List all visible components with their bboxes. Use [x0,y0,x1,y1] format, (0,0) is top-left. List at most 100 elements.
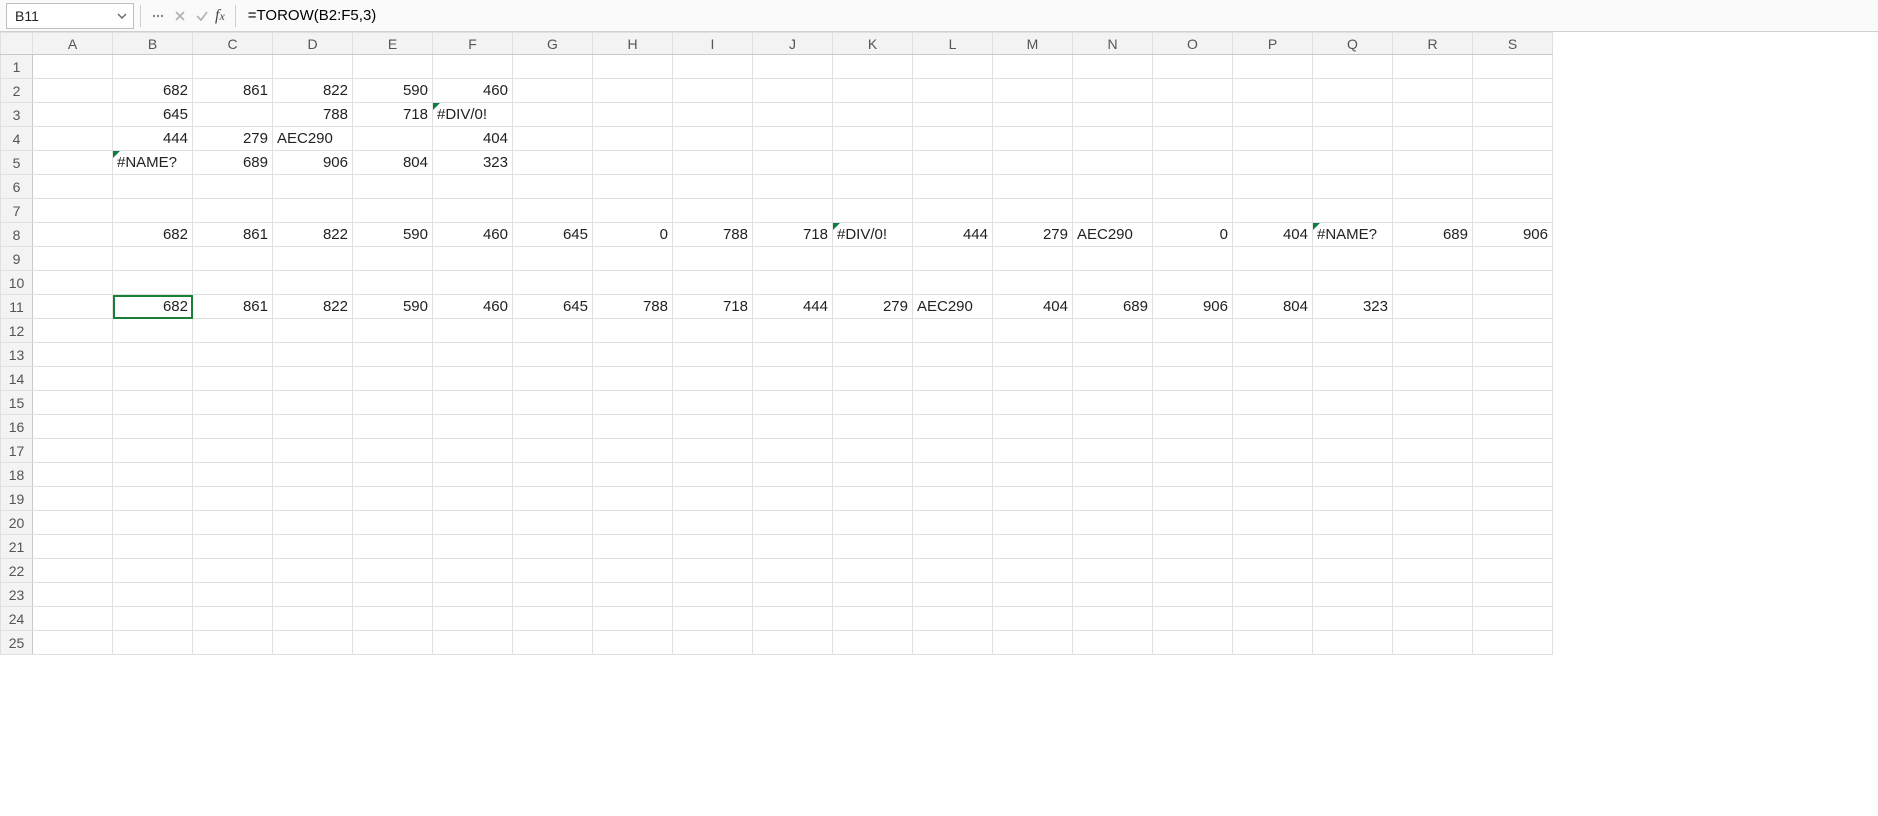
cell-S22[interactable] [1473,559,1553,583]
cell-H2[interactable] [593,79,673,103]
cell-G20[interactable] [513,511,593,535]
column-header-G[interactable]: G [513,33,593,55]
cell-O6[interactable] [1153,175,1233,199]
column-header-K[interactable]: K [833,33,913,55]
cell-G1[interactable] [513,55,593,79]
row-header-19[interactable]: 19 [1,487,33,511]
cell-E15[interactable] [353,391,433,415]
cell-A18[interactable] [33,463,113,487]
column-header-S[interactable]: S [1473,33,1553,55]
cell-D20[interactable] [273,511,353,535]
cell-I22[interactable] [673,559,753,583]
cell-N1[interactable] [1073,55,1153,79]
cell-D2[interactable]: 822 [273,79,353,103]
cell-O5[interactable] [1153,151,1233,175]
cell-K18[interactable] [833,463,913,487]
cell-G15[interactable] [513,391,593,415]
cell-P16[interactable] [1233,415,1313,439]
cell-S7[interactable] [1473,199,1553,223]
cell-C9[interactable] [193,247,273,271]
cell-L5[interactable] [913,151,993,175]
cell-R22[interactable] [1393,559,1473,583]
cell-K6[interactable] [833,175,913,199]
cell-G4[interactable] [513,127,593,151]
cell-D10[interactable] [273,271,353,295]
cell-M2[interactable] [993,79,1073,103]
column-header-P[interactable]: P [1233,33,1313,55]
cell-I8[interactable]: 788 [673,223,753,247]
cell-G9[interactable] [513,247,593,271]
cell-O9[interactable] [1153,247,1233,271]
cell-G6[interactable] [513,175,593,199]
cell-E8[interactable]: 590 [353,223,433,247]
cell-E14[interactable] [353,367,433,391]
row-header-25[interactable]: 25 [1,631,33,655]
column-header-D[interactable]: D [273,33,353,55]
cell-S24[interactable] [1473,607,1553,631]
cell-G13[interactable] [513,343,593,367]
cell-R4[interactable] [1393,127,1473,151]
cell-G11[interactable]: 645 [513,295,593,319]
row-header-23[interactable]: 23 [1,583,33,607]
cell-I18[interactable] [673,463,753,487]
cell-S21[interactable] [1473,535,1553,559]
cell-E22[interactable] [353,559,433,583]
cell-E18[interactable] [353,463,433,487]
cell-E17[interactable] [353,439,433,463]
cell-C22[interactable] [193,559,273,583]
spreadsheet-grid[interactable]: ABCDEFGHIJKLMNOPQRS 12682861822590460364… [0,32,1878,816]
cell-S19[interactable] [1473,487,1553,511]
cell-F18[interactable] [433,463,513,487]
cell-K19[interactable] [833,487,913,511]
cell-H6[interactable] [593,175,673,199]
cell-Q13[interactable] [1313,343,1393,367]
cell-M14[interactable] [993,367,1073,391]
cell-N17[interactable] [1073,439,1153,463]
cell-E20[interactable] [353,511,433,535]
cell-A9[interactable] [33,247,113,271]
cell-A4[interactable] [33,127,113,151]
cell-A20[interactable] [33,511,113,535]
cell-A14[interactable] [33,367,113,391]
cell-O1[interactable] [1153,55,1233,79]
row-header-2[interactable]: 2 [1,79,33,103]
cell-S2[interactable] [1473,79,1553,103]
cell-H1[interactable] [593,55,673,79]
cell-C8[interactable]: 861 [193,223,273,247]
cell-D22[interactable] [273,559,353,583]
cell-K7[interactable] [833,199,913,223]
row-header-18[interactable]: 18 [1,463,33,487]
column-header-C[interactable]: C [193,33,273,55]
cell-L8[interactable]: 444 [913,223,993,247]
cell-G10[interactable] [513,271,593,295]
cell-C14[interactable] [193,367,273,391]
cell-M12[interactable] [993,319,1073,343]
cell-G12[interactable] [513,319,593,343]
cell-C17[interactable] [193,439,273,463]
cell-O24[interactable] [1153,607,1233,631]
cell-M7[interactable] [993,199,1073,223]
cell-J25[interactable] [753,631,833,655]
cell-R8[interactable]: 689 [1393,223,1473,247]
cell-B2[interactable]: 682 [113,79,193,103]
cell-M4[interactable] [993,127,1073,151]
cell-H9[interactable] [593,247,673,271]
cell-L17[interactable] [913,439,993,463]
cell-M13[interactable] [993,343,1073,367]
cell-H5[interactable] [593,151,673,175]
cell-A21[interactable] [33,535,113,559]
cell-J18[interactable] [753,463,833,487]
row-header-21[interactable]: 21 [1,535,33,559]
row-header-14[interactable]: 14 [1,367,33,391]
cell-I15[interactable] [673,391,753,415]
more-icon[interactable] [147,5,169,27]
cell-E21[interactable] [353,535,433,559]
cell-E13[interactable] [353,343,433,367]
cell-L22[interactable] [913,559,993,583]
name-box[interactable]: B11 [6,3,134,29]
cell-H18[interactable] [593,463,673,487]
cell-K12[interactable] [833,319,913,343]
cell-P23[interactable] [1233,583,1313,607]
cell-G25[interactable] [513,631,593,655]
cell-G7[interactable] [513,199,593,223]
